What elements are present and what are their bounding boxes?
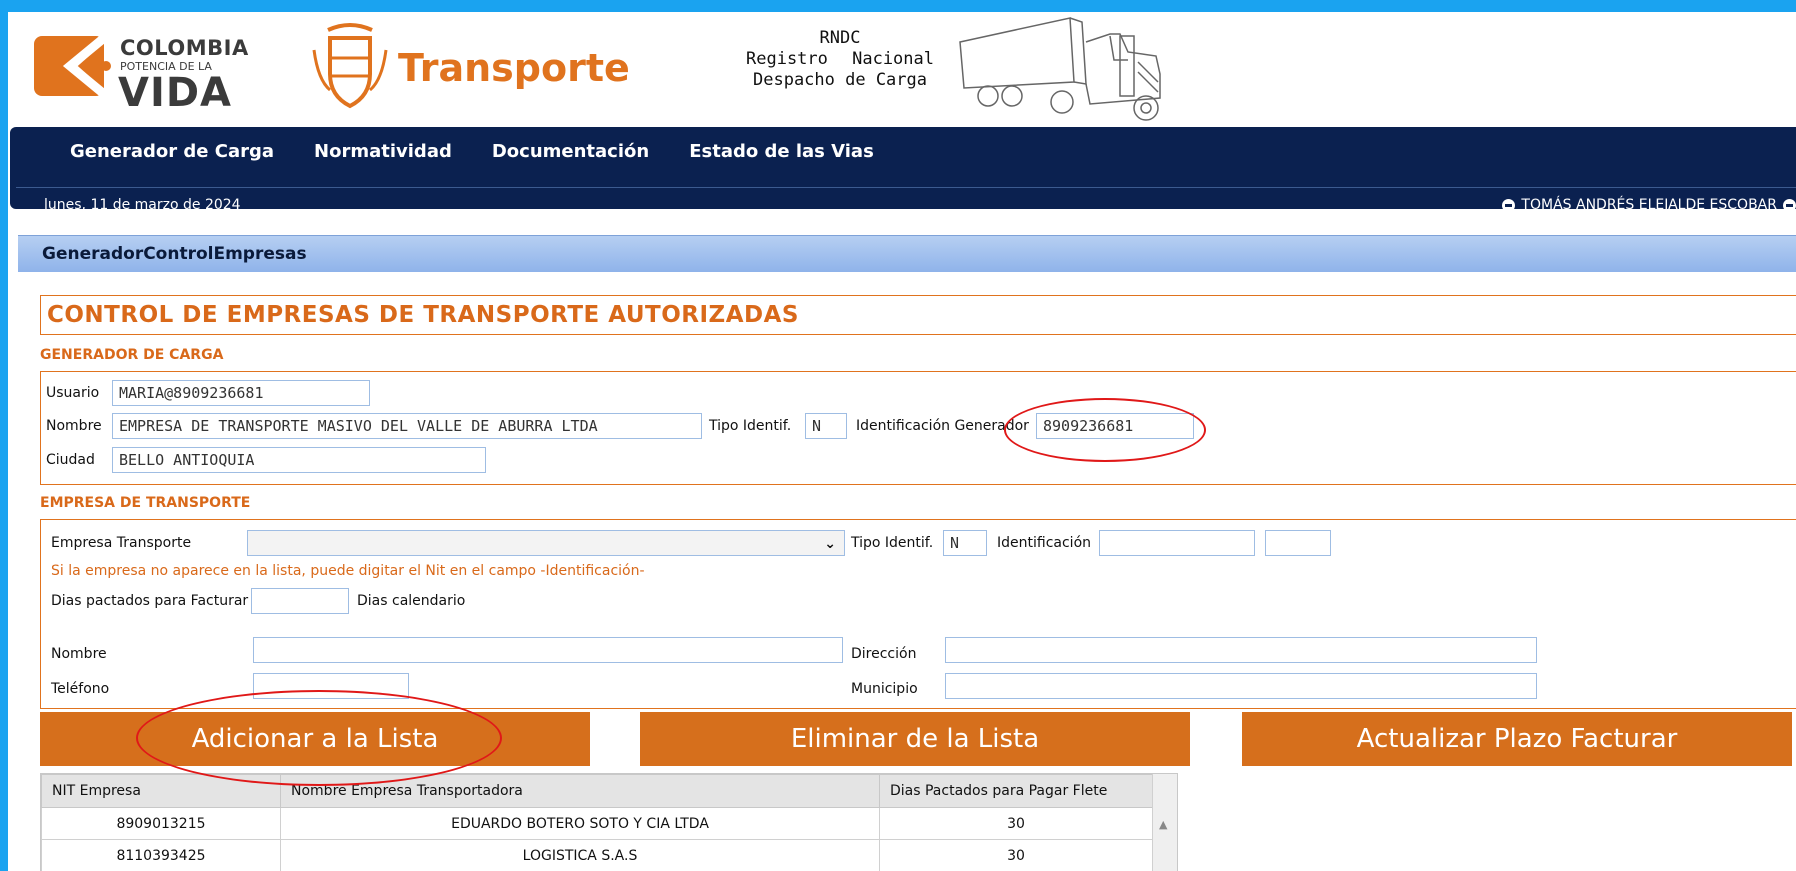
ministry-wordmark: Transporte xyxy=(398,46,630,90)
tipo-identif-empresa-label: Tipo Identif. xyxy=(851,535,934,551)
tipo-identif-generador-field[interactable]: N xyxy=(805,413,847,439)
dias-pactados-field[interactable] xyxy=(251,588,349,614)
colombia-logo-mark-icon xyxy=(34,34,111,98)
table-scrollbar[interactable]: ▲ xyxy=(1152,774,1177,871)
rndc-label: RNDC Registro Nacional Despacho de Carga xyxy=(740,28,940,91)
ministerio-transporte-logo: Transporte xyxy=(308,20,630,120)
table-row[interactable]: 8110393425 LOGISTICA S.A.S 30 xyxy=(41,839,1153,871)
logo-line-3: VIDA xyxy=(118,70,232,116)
cell-nombre: LOGISTICA S.A.S xyxy=(280,839,880,871)
col-nombre[interactable]: Nombre Empresa Transportadora xyxy=(280,774,880,808)
empresa-hint: Si la empresa no aparece en la lista, pu… xyxy=(51,563,645,579)
rndc-nacional: Nacional xyxy=(852,49,934,69)
identificacion-empresa-field[interactable] xyxy=(1099,530,1255,556)
empresas-table: NIT Empresa Nombre Empresa Transportador… xyxy=(40,773,1178,871)
nav-item-documentacion[interactable]: Documentación xyxy=(492,141,649,162)
user-circle-icon xyxy=(1502,198,1516,212)
chevron-down-icon: ⌄ xyxy=(824,536,836,552)
truck-icon xyxy=(959,17,1161,121)
coat-of-arms-icon xyxy=(312,23,388,109)
nombre-empresa-label: Nombre xyxy=(51,646,107,662)
ciudad-field[interactable]: BELLO ANTIOQUIA xyxy=(112,447,486,473)
cell-nombre: EDUARDO BOTERO SOTO Y CIA LTDA xyxy=(280,807,880,840)
direccion-field[interactable] xyxy=(945,637,1537,663)
identificacion-generador-label: Identificación Generador xyxy=(856,418,1029,434)
generador-box: Usuario MARIA@8909236681 Nombre EMPRESA … xyxy=(40,371,1796,485)
table-row[interactable]: 8909013215 EDUARDO BOTERO SOTO Y CIA LTD… xyxy=(41,807,1153,840)
panel-header: GeneradorControlEmpresas xyxy=(18,235,1796,272)
generador-section-title: GENERADOR DE CARGA xyxy=(40,347,224,363)
rndc-registro: Registro xyxy=(746,49,828,69)
user-menu[interactable]: TOMÁS ANDRÉS ELEJALDE ESCOBAR xyxy=(1502,197,1796,213)
empresa-section-title: EMPRESA DE TRANSPORTE xyxy=(40,495,251,511)
cell-nit: 8110393425 xyxy=(41,839,281,871)
rndc-despacho: Despacho de Carga xyxy=(753,70,927,90)
empresa-transporte-label: Empresa Transporte xyxy=(51,535,192,551)
actualizar-plazo-button[interactable]: Actualizar Plazo Facturar xyxy=(1242,712,1792,766)
nav-item-normatividad[interactable]: Normatividad xyxy=(314,141,452,162)
rndc-title: RNDC xyxy=(819,28,861,48)
empresa-box: Empresa Transporte ⌄ Tipo Identif. N Ide… xyxy=(40,519,1796,709)
dias-pactados-label: Dias pactados para Facturar xyxy=(51,593,249,609)
nombre-empresa-field[interactable] xyxy=(253,637,843,663)
tipo-identif-generador-label: Tipo Identif. xyxy=(709,418,792,434)
direccion-label: Dirección xyxy=(851,646,917,662)
nav-item-estado-de-las-vias[interactable]: Estado de las Vias xyxy=(689,141,874,162)
usuario-field[interactable]: MARIA@8909236681 xyxy=(112,380,370,406)
col-dias[interactable]: Dias Pactados para Pagar Flete xyxy=(879,774,1153,808)
nombre-generador-field[interactable]: EMPRESA DE TRANSPORTE MASIVO DEL VALLE D… xyxy=(112,413,702,439)
tipo-identif-empresa-field[interactable]: N xyxy=(943,530,987,556)
telefono-label: Teléfono xyxy=(51,681,110,697)
ciudad-label: Ciudad xyxy=(46,452,95,468)
usuario-label: Usuario xyxy=(46,385,100,401)
cell-dias: 30 xyxy=(879,839,1153,871)
colombia-potencia-vida-logo: COLOMBIA POTENCIA DE LA VIDA xyxy=(30,26,248,116)
nav-item-generador-de-carga[interactable]: Generador de Carga xyxy=(70,141,274,162)
adicionar-button[interactable]: Adicionar a la Lista xyxy=(40,712,590,766)
nav-menu: Generador de Carga Normatividad Document… xyxy=(70,141,874,162)
identificacion-generador-field[interactable]: 8909236681 xyxy=(1036,413,1194,439)
digito-verificacion-field[interactable] xyxy=(1265,530,1331,556)
cell-nit: 8909013215 xyxy=(41,807,281,840)
telefono-field[interactable] xyxy=(253,673,409,699)
eliminar-button[interactable]: Eliminar de la Lista xyxy=(640,712,1190,766)
main-navbar: Generador de Carga Normatividad Document… xyxy=(10,127,1796,213)
dias-calendario-label: Dias calendario xyxy=(357,593,466,609)
nombre-generador-label: Nombre xyxy=(46,418,102,434)
logo-line-1: COLOMBIA xyxy=(120,36,249,60)
municipio-field[interactable] xyxy=(945,673,1537,699)
cell-dias: 30 xyxy=(879,807,1153,840)
scroll-up-icon[interactable]: ▲ xyxy=(1159,818,1167,831)
col-nit[interactable]: NIT Empresa xyxy=(41,774,281,808)
page-title: CONTROL DE EMPRESAS DE TRANSPORTE AUTORI… xyxy=(47,302,799,328)
logout-circle-icon[interactable] xyxy=(1783,198,1796,212)
municipio-label: Municipio xyxy=(851,681,918,697)
user-name: TOMÁS ANDRÉS ELEJALDE ESCOBAR xyxy=(1521,197,1777,213)
table-header-row: NIT Empresa Nombre Empresa Transportador… xyxy=(41,774,1153,808)
identificacion-empresa-label: Identificación xyxy=(997,535,1092,551)
page: COLOMBIA POTENCIA DE LA VIDA Transporte … xyxy=(8,12,1796,871)
page-title-box: CONTROL DE EMPRESAS DE TRANSPORTE AUTORI… xyxy=(40,295,1796,335)
panel-header-title: GeneradorControlEmpresas xyxy=(42,244,307,264)
empresa-transporte-select[interactable]: ⌄ xyxy=(247,530,845,556)
current-date: lunes, 11 de marzo de 2024 xyxy=(44,197,241,213)
nav-divider xyxy=(16,187,1796,188)
